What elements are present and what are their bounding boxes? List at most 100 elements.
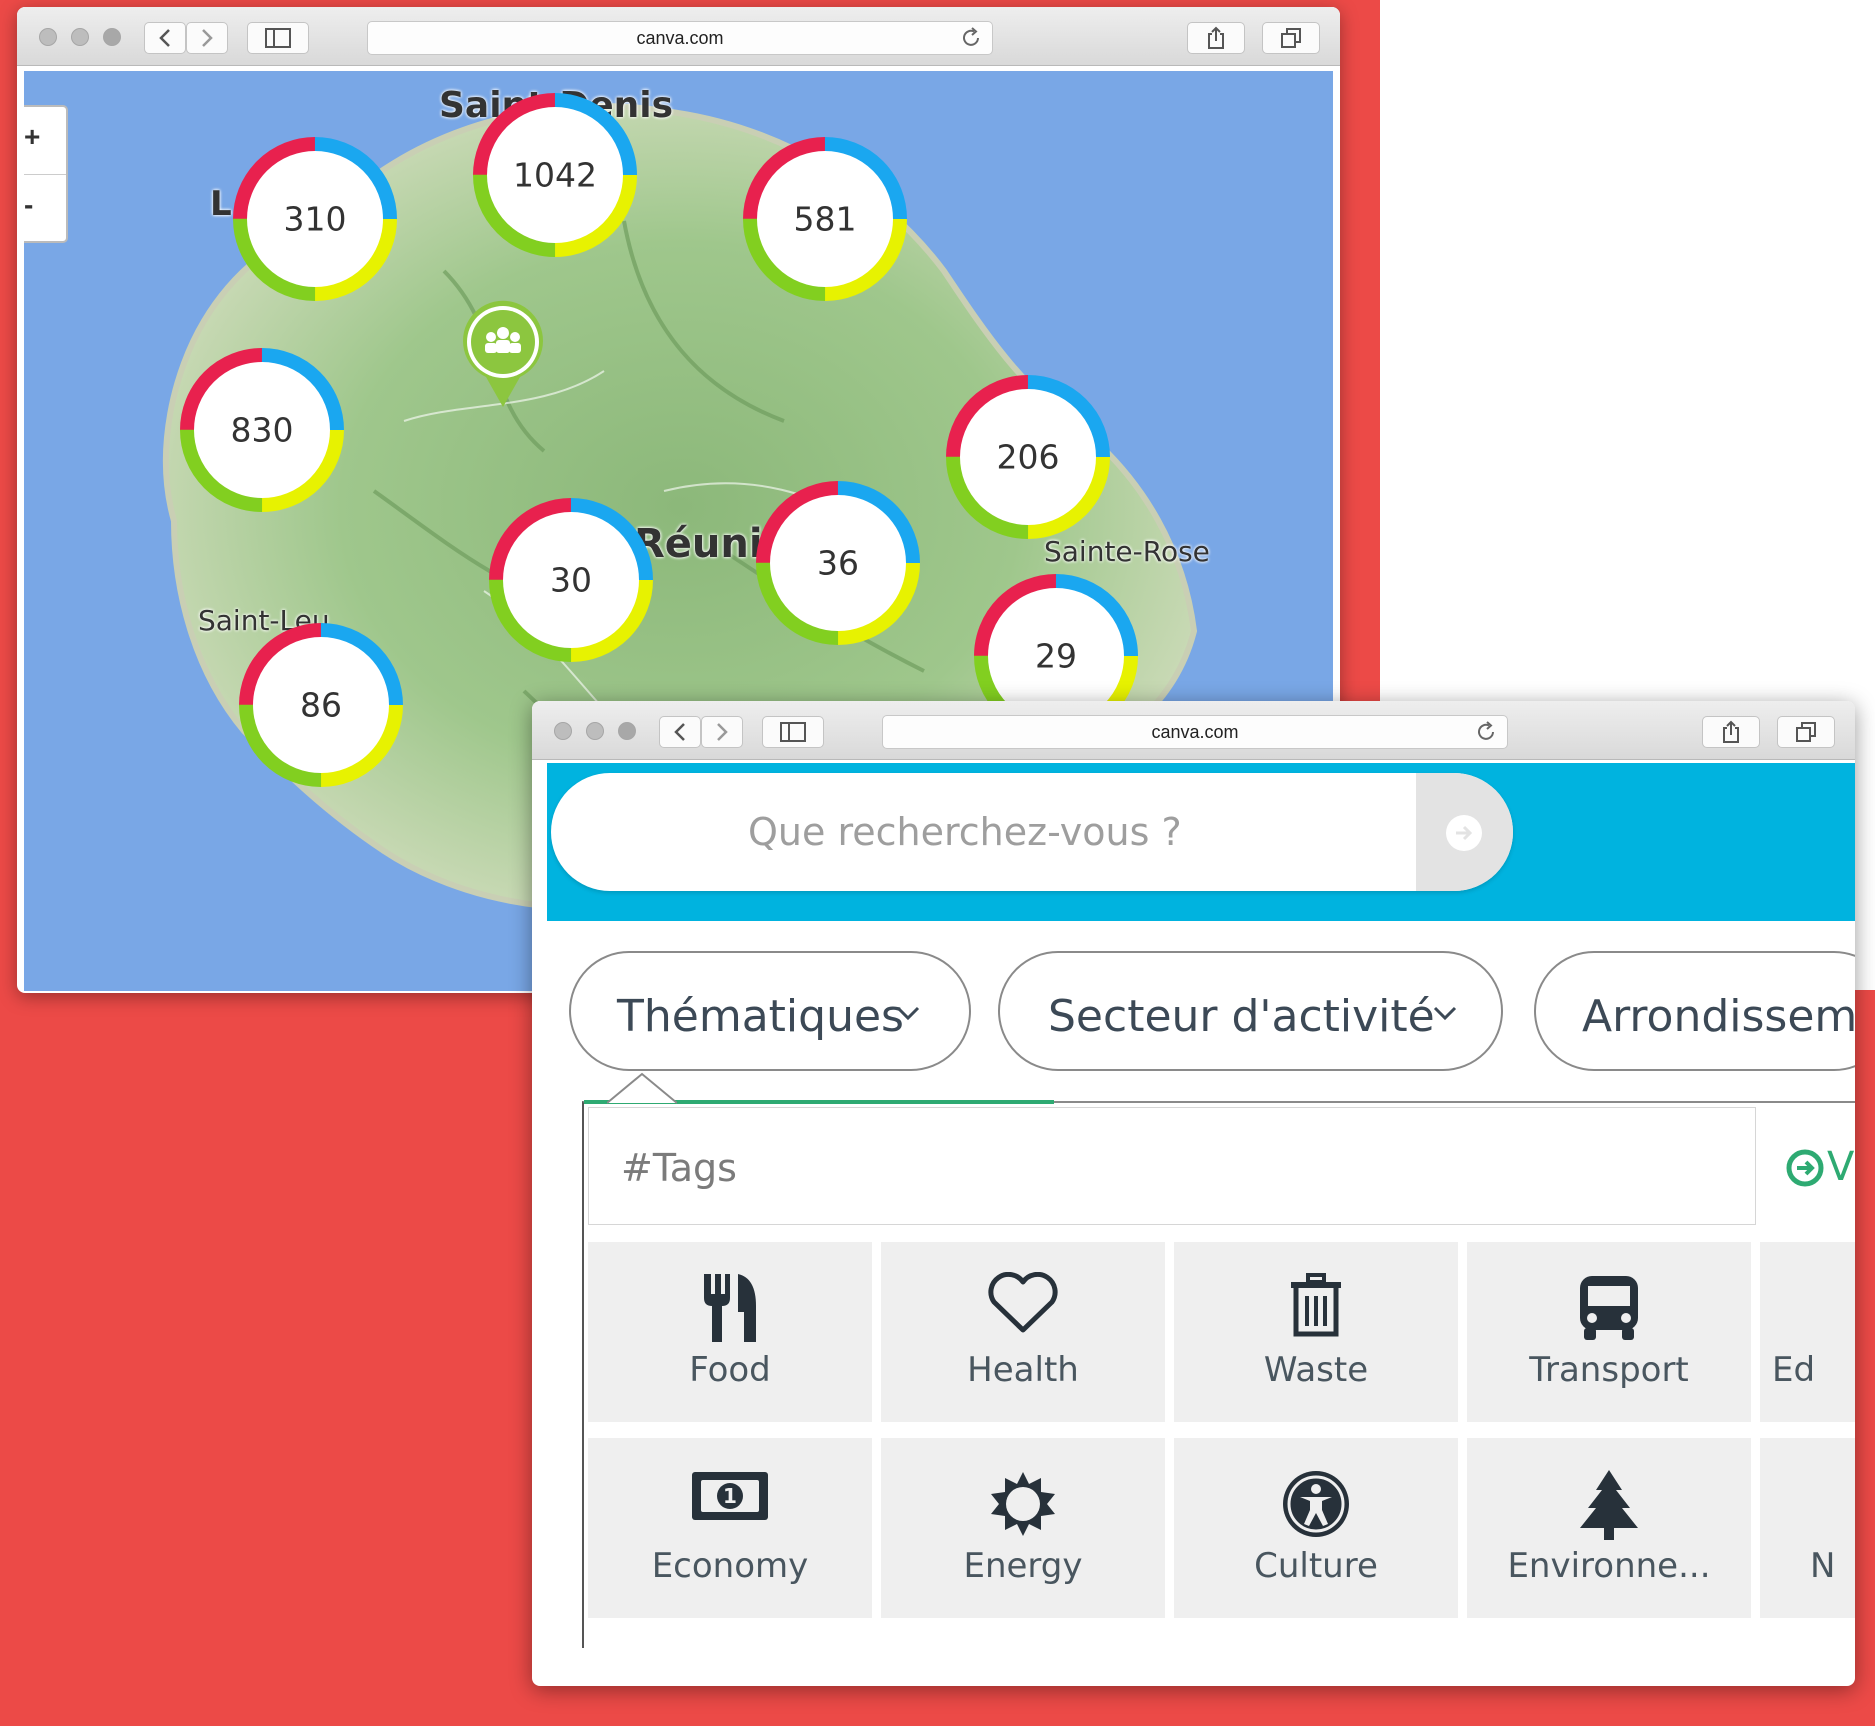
theme-tile-health[interactable]: Health bbox=[881, 1242, 1165, 1422]
reload-icon[interactable] bbox=[960, 27, 982, 49]
theme-label: Food bbox=[689, 1350, 771, 1390]
back-button[interactable] bbox=[659, 716, 701, 748]
theme-label: Culture bbox=[1254, 1546, 1378, 1586]
heart-icon bbox=[988, 1272, 1058, 1333]
theme-label: N bbox=[1810, 1546, 1836, 1586]
address-bar[interactable]: canva.com bbox=[367, 21, 993, 55]
svg-text:1: 1 bbox=[723, 1484, 737, 1508]
filter-label: Arrondissement bbox=[1582, 991, 1855, 1042]
tabs-icon bbox=[1796, 722, 1816, 742]
fork-knife-icon bbox=[704, 1274, 756, 1342]
voir-label: V bbox=[1827, 1144, 1855, 1190]
arrow-right-circle-icon bbox=[1446, 815, 1482, 851]
window-minimize-dot[interactable] bbox=[71, 28, 89, 46]
cluster-count: 36 bbox=[817, 543, 859, 583]
cluster-count: 86 bbox=[300, 685, 342, 725]
browser-titlebar: canva.com bbox=[17, 7, 1340, 66]
share-icon bbox=[1208, 26, 1224, 49]
chevron-right-icon bbox=[717, 723, 728, 741]
share-icon bbox=[1723, 720, 1739, 743]
cluster-count: 830 bbox=[230, 410, 294, 450]
cluster-count: 310 bbox=[283, 199, 347, 239]
panel-caret bbox=[607, 1072, 677, 1104]
filter-label: Secteur d'activité bbox=[1048, 991, 1435, 1042]
theme-label: Economy bbox=[651, 1546, 809, 1586]
cluster-marker[interactable]: 86 bbox=[236, 620, 406, 790]
window-close-dot[interactable] bbox=[39, 28, 57, 46]
share-button[interactable] bbox=[1187, 22, 1245, 54]
banknote-icon: 1 bbox=[692, 1472, 768, 1520]
window-zoom-dot[interactable] bbox=[103, 28, 121, 46]
chevron-left-icon bbox=[159, 29, 170, 47]
theme-tile-energy[interactable]: Energy bbox=[881, 1438, 1165, 1618]
cluster-marker[interactable]: 36 bbox=[753, 478, 923, 648]
cluster-count: 30 bbox=[550, 560, 592, 600]
theme-label: Energy bbox=[963, 1546, 1083, 1586]
tabs-overview-button[interactable] bbox=[1777, 716, 1835, 748]
sidebar-icon bbox=[780, 722, 806, 742]
browser-window-search: canva.com Que recherchez-vous ? Thématiq… bbox=[532, 701, 1855, 1686]
chevron-left-icon bbox=[674, 723, 685, 741]
theme-label: Health bbox=[967, 1350, 1079, 1390]
theme-tile-education[interactable]: Ed bbox=[1760, 1242, 1855, 1422]
cluster-count: 206 bbox=[996, 437, 1060, 477]
theme-label: Environne... bbox=[1507, 1546, 1711, 1586]
cluster-marker[interactable]: 310 bbox=[230, 134, 400, 304]
share-button[interactable] bbox=[1702, 716, 1760, 748]
place-label-partial: L bbox=[210, 184, 232, 224]
tabs-icon bbox=[1281, 28, 1301, 48]
window-close-dot[interactable] bbox=[554, 722, 572, 740]
trash-icon bbox=[1291, 1273, 1341, 1337]
chevron-down-icon bbox=[896, 1006, 920, 1021]
filter-secteur-activite[interactable]: Secteur d'activité bbox=[998, 951, 1503, 1071]
cluster-marker[interactable]: 206 bbox=[943, 372, 1113, 542]
sidebar-toggle-button[interactable] bbox=[247, 22, 309, 54]
reload-icon[interactable] bbox=[1475, 721, 1497, 743]
filter-label: Thématiques bbox=[617, 991, 904, 1042]
chevron-down-icon bbox=[1433, 1006, 1457, 1021]
cluster-count: 1042 bbox=[513, 155, 597, 195]
tabs-overview-button[interactable] bbox=[1262, 22, 1320, 54]
search-input[interactable]: Que recherchez-vous ? bbox=[551, 773, 1513, 891]
forward-button[interactable] bbox=[701, 716, 743, 748]
theme-tile-food[interactable]: Food bbox=[588, 1242, 872, 1422]
sidebar-toggle-button[interactable] bbox=[762, 716, 824, 748]
cluster-marker[interactable]: 581 bbox=[740, 134, 910, 304]
theme-tile-economy[interactable]: 1 Economy bbox=[588, 1438, 872, 1618]
filter-thematiques[interactable]: Thématiques bbox=[569, 951, 971, 1071]
filter-arrondissement[interactable]: Arrondissement bbox=[1534, 951, 1855, 1071]
theme-label: Waste bbox=[1263, 1350, 1369, 1390]
url-text: canva.com bbox=[636, 28, 724, 48]
theme-tile-environnement[interactable]: Environne... bbox=[1467, 1438, 1751, 1618]
accessibility-icon bbox=[1283, 1471, 1349, 1537]
tags-placeholder: #Tags bbox=[621, 1146, 737, 1190]
chevron-right-icon bbox=[202, 29, 213, 47]
zoom-control: + - bbox=[24, 105, 68, 243]
cluster-count: 29 bbox=[1035, 636, 1077, 676]
tree-icon bbox=[1580, 1470, 1638, 1540]
cluster-marker[interactable]: 1042 bbox=[470, 90, 640, 260]
url-text: canva.com bbox=[1151, 722, 1239, 742]
window-zoom-dot[interactable] bbox=[618, 722, 636, 740]
forward-button[interactable] bbox=[186, 22, 228, 54]
theme-tile-transport[interactable]: Transport bbox=[1467, 1242, 1751, 1422]
zoom-in-button[interactable]: + bbox=[24, 107, 66, 174]
theme-label: Ed bbox=[1772, 1350, 1816, 1390]
browser-titlebar: canva.com bbox=[532, 701, 1855, 760]
zoom-out-button[interactable]: - bbox=[24, 174, 66, 242]
window-minimize-dot[interactable] bbox=[586, 722, 604, 740]
people-group-icon[interactable] bbox=[458, 297, 548, 417]
theme-tile-waste[interactable]: Waste bbox=[1174, 1242, 1458, 1422]
search-placeholder: Que recherchez-vous ? bbox=[748, 810, 1182, 854]
search-submit-button[interactable] bbox=[1416, 773, 1513, 891]
cluster-marker[interactable]: 30 bbox=[486, 495, 656, 665]
theme-tile-culture[interactable]: Culture bbox=[1174, 1438, 1458, 1618]
theme-label: Transport bbox=[1529, 1350, 1689, 1390]
tags-input[interactable]: #Tags bbox=[588, 1107, 1756, 1225]
search-band: Que recherchez-vous ? bbox=[547, 763, 1855, 921]
cluster-marker[interactable]: 830 bbox=[177, 345, 347, 515]
back-button[interactable] bbox=[144, 22, 186, 54]
address-bar[interactable]: canva.com bbox=[882, 715, 1508, 749]
theme-tile-partial[interactable]: N bbox=[1760, 1438, 1855, 1618]
cluster-count: 581 bbox=[793, 199, 857, 239]
